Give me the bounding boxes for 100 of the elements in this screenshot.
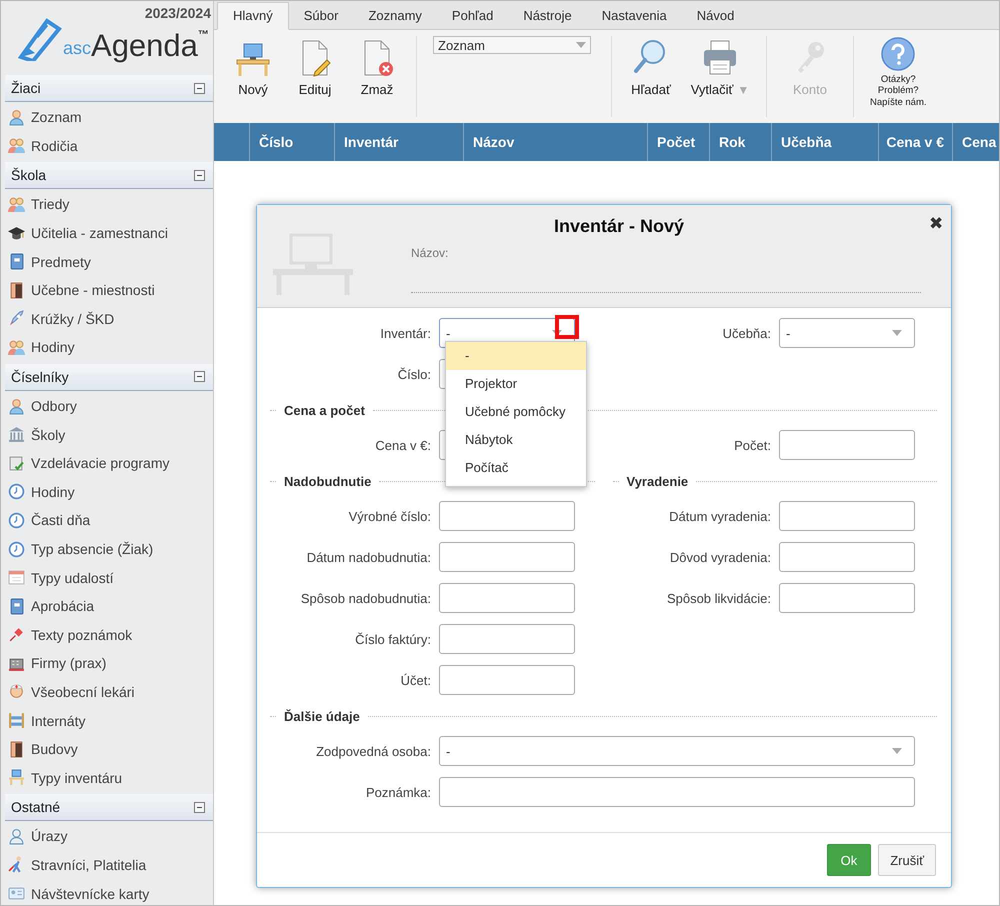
input-field[interactable] [779, 583, 915, 613]
collapse-icon[interactable] [194, 170, 205, 181]
menu-tab[interactable]: Návod [682, 3, 750, 29]
sidebar-item[interactable]: Zoznam [31, 109, 82, 126]
section-heading: Vyradenie [626, 474, 688, 488]
sidebar-item[interactable]: Hodiny [31, 484, 75, 500]
column-header[interactable]: Učebňa [772, 123, 879, 161]
sidebar-item[interactable]: Firmy (prax) [31, 655, 106, 672]
id-card-icon [8, 885, 25, 902]
sidebar-item[interactable]: Odbory [31, 398, 77, 414]
sidebar-item[interactable]: Predmety [31, 254, 91, 270]
sidebar-item[interactable]: Školy [31, 426, 66, 443]
field-label: Inventár: [379, 326, 431, 340]
input-field[interactable] [439, 624, 575, 654]
cancel-button[interactable]: Zrušiť [878, 844, 936, 876]
menu-tab[interactable]: Pohľad [436, 3, 508, 29]
dropdown-option[interactable]: Nábytok [446, 426, 586, 454]
sidebar-item[interactable]: Rodičia [31, 138, 78, 154]
sidebar-item[interactable]: Vzdelávacie programy [31, 455, 170, 472]
close-button[interactable]: ✖ [929, 213, 943, 234]
sidebar-item[interactable]: Úrazy [31, 828, 68, 844]
list-select[interactable]: Zoznam [433, 36, 591, 54]
column-header[interactable]: Názov [464, 123, 648, 161]
input-field[interactable] [779, 501, 915, 531]
column-header[interactable]: Inventár [335, 123, 464, 161]
sidebar-item[interactable]: Stravníci, Platitelia [31, 856, 146, 873]
input-field[interactable] [439, 501, 575, 531]
sidebar-group-header[interactable]: Ostatné [5, 794, 213, 822]
column-header[interactable]: Číslo [250, 123, 335, 161]
column-header[interactable]: Cena [953, 123, 999, 161]
collapse-icon[interactable] [194, 82, 205, 94]
group-title: Škola [11, 167, 46, 184]
column-header[interactable]: Počet [648, 123, 710, 161]
ribbon-button[interactable]: Edituj [298, 82, 332, 97]
field-label: Účet: [400, 672, 431, 688]
book-icon [8, 598, 25, 615]
sidebar-item[interactable]: Návštevnícke karty [31, 886, 150, 902]
sidebar-group-header[interactable]: Škola [5, 162, 213, 190]
columns-icon [8, 426, 25, 444]
menu-tab[interactable]: Nastavenia [586, 3, 682, 29]
clock-icon [8, 512, 25, 529]
sidebar-group-header[interactable]: Žiaci [5, 75, 213, 102]
caret-icon [892, 330, 902, 336]
caret-icon [576, 42, 586, 48]
sidebar-item[interactable]: Typy udalostí [31, 570, 114, 586]
person-icon [8, 398, 25, 415]
select-field[interactable]: - [779, 318, 915, 348]
sidebar-item[interactable]: Časti dňa [31, 512, 90, 528]
input-field[interactable] [439, 542, 575, 572]
sidebar-item[interactable]: Aprobácia [31, 598, 94, 614]
ribbon-button[interactable]: Vytlačiť ▼ [690, 82, 750, 97]
help-link[interactable]: Otázky? Problém? Napíšte nám. [870, 74, 926, 108]
clock-icon [8, 483, 25, 500]
caret-icon [892, 748, 902, 754]
collapse-icon[interactable] [194, 802, 205, 813]
sidebar-item[interactable]: Všeobecní lekári [31, 684, 135, 700]
ribbon-button[interactable]: Zmaž [360, 82, 394, 97]
sidebar-item[interactable]: Internáty [31, 712, 86, 729]
select-field[interactable]: - [439, 736, 915, 766]
menu-tab[interactable]: Nástroje [508, 3, 587, 29]
dropdown-option[interactable]: Projektor [446, 370, 586, 398]
app-logo: ascAgenda$^{™}$ [63, 30, 209, 61]
input-field[interactable] [439, 583, 575, 613]
input-field[interactable] [439, 777, 915, 807]
field-label: Číslo: [396, 366, 431, 382]
pen-logo-icon [17, 17, 63, 61]
sidebar-item[interactable]: Učitelia - zamestnanci [31, 225, 168, 242]
sidebar-item[interactable]: Učebne - miestnosti [31, 282, 155, 298]
column-header[interactable]: Rok [710, 123, 772, 161]
input-field[interactable] [779, 542, 915, 572]
people-icon [8, 196, 25, 213]
sidebar-item[interactable]: Typ absencie (Žiak) [31, 541, 154, 558]
sidebar-group-header[interactable]: Číselníky [5, 364, 213, 391]
column-header[interactable]: Cena v € [879, 123, 953, 161]
group-title: Žiaci [11, 80, 41, 96]
field-label: Dátum nadobudnutia: [306, 550, 431, 564]
sidebar-item[interactable]: Budovy [31, 741, 78, 758]
field-label: Dátum vyradenia: [668, 508, 771, 524]
calendar-icon [8, 569, 25, 586]
collapse-icon[interactable] [194, 371, 205, 382]
sidebar-item[interactable]: Typy inventáru [31, 770, 122, 786]
sidebar-item[interactable]: Hodiny [31, 339, 75, 356]
school-year: 2023/2024 [144, 4, 212, 21]
menu-tab[interactable]: Hlavný [217, 2, 289, 30]
dropdown-option[interactable]: - [446, 342, 586, 370]
door-icon [8, 740, 25, 758]
sidebar-item[interactable]: Texty poznámok [31, 626, 132, 643]
ribbon-button[interactable]: Hľadať [631, 82, 671, 97]
ribbon-button[interactable]: Nový [238, 82, 268, 97]
person-icon [8, 108, 25, 126]
section-heading: Ďalšie údaje [284, 708, 360, 724]
dropdown-option[interactable]: Učebné pomôcky [446, 398, 586, 426]
input-field[interactable] [779, 430, 915, 460]
menu-tab[interactable]: Súbor [288, 3, 354, 29]
people-icon [8, 338, 25, 356]
input-field[interactable] [439, 665, 575, 695]
sidebar-item[interactable]: Krúžky / ŠKD [31, 310, 114, 327]
dropdown-option[interactable]: Počítač [446, 454, 586, 482]
menu-tab[interactable]: Zoznamy [353, 3, 437, 29]
sidebar-item[interactable]: Triedy [31, 196, 70, 212]
